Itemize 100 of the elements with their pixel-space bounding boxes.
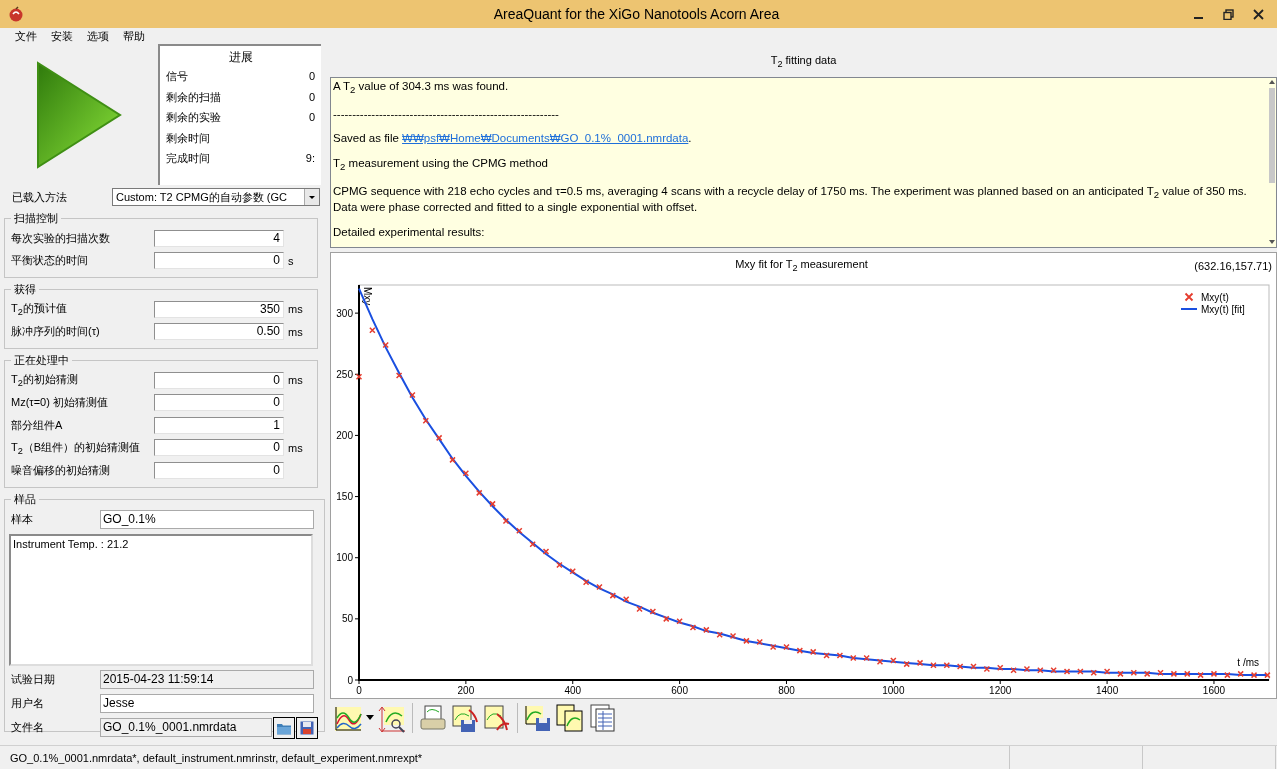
data-point: [1023, 665, 1031, 673]
number-field[interactable]: 0: [154, 371, 284, 389]
tick-label: 1600: [1202, 685, 1226, 696]
caret-icon[interactable]: [366, 715, 374, 721]
number-field[interactable]: 1: [154, 416, 284, 434]
panel-title: 进展: [227, 49, 254, 66]
text-field[interactable]: Jesse: [100, 694, 314, 713]
result-text: A T$_{2}$ value of 304.3 ms was found.: [333, 80, 510, 97]
result-text: CPMG sequence with 218 echo cycles and τ=0.5 ms, averaging 4 scans with a recycle delay of 1750 ms. The experiment was planned based on an anticipated T$_{2}$ value of 350 ms.: [333, 184, 1248, 202]
section-title: 样品: [13, 491, 37, 507]
field-label: 部分组件A: [11, 417, 64, 433]
table-icon[interactable]: [588, 703, 616, 733]
data-point: [1170, 670, 1178, 678]
status-label: 剩余的扫描: [166, 89, 221, 105]
data-point: [542, 548, 550, 555]
field-label: 每次实验的扫描次数: [11, 230, 111, 246]
data-point: [1117, 670, 1124, 678]
data-point: [983, 665, 991, 673]
data-point: [996, 664, 1004, 671]
data-point: [516, 527, 523, 535]
data-point: [1103, 668, 1111, 675]
data-point: [930, 662, 937, 669]
tick-label: 400: [564, 685, 582, 696]
legend-line: [1180, 308, 1198, 310]
field-label: 脉冲序列的时间(τ): [11, 324, 101, 340]
chart-title: Mxy fit for T$_{2}$ measurement: [734, 257, 869, 274]
data-point: [622, 596, 630, 603]
tick-label: 200: [457, 685, 475, 696]
caret-icon: [304, 189, 319, 205]
tick-label: 0: [356, 685, 362, 696]
restore-icon[interactable]: [1222, 8, 1234, 20]
printer-icon[interactable]: [419, 703, 447, 733]
text-field[interactable]: GO_0.1%_0001.nmrdata: [100, 718, 272, 737]
text-field[interactable]: 2015-04-23 11:59:14: [100, 670, 314, 689]
data-point: [395, 372, 403, 379]
field-label: 平衡状态的时间: [11, 253, 89, 269]
unit-label: s: [288, 254, 294, 267]
data-point: [1130, 669, 1138, 676]
data-point: [502, 517, 510, 525]
status-value: 0: [308, 110, 315, 125]
data-point: [756, 638, 763, 646]
field-label: 文件名: [11, 720, 45, 735]
section-title: 获得: [13, 282, 37, 297]
field-label: 样本: [11, 512, 34, 527]
data-point: [703, 626, 710, 634]
data-point: [943, 662, 951, 669]
tick-label: 300: [336, 307, 353, 319]
unit-label: ms: [288, 441, 303, 454]
data-point: [809, 648, 817, 656]
menu-item[interactable]: 选项: [80, 28, 116, 44]
play-button[interactable]: [34, 58, 124, 171]
data-point: [1010, 666, 1017, 674]
tick-label: 100: [336, 552, 353, 564]
menu-item[interactable]: 安装: [44, 28, 80, 44]
unit-label: ms: [288, 374, 303, 387]
data-point: [569, 567, 576, 575]
section-title: 扫描控制: [13, 211, 59, 226]
data-point: [1210, 670, 1218, 678]
notes-field[interactable]: Instrument Temp. : 21.2: [9, 533, 313, 666]
number-field[interactable]: 0.50: [154, 323, 284, 341]
number-field[interactable]: 0: [154, 394, 284, 412]
data-point: [676, 618, 683, 625]
data-point: [903, 660, 910, 668]
data-point: [369, 327, 376, 334]
number-field[interactable]: 0: [154, 461, 284, 479]
menu-item[interactable]: 文件: [8, 28, 44, 44]
field-label: 已载入方法: [12, 189, 68, 205]
number-field[interactable]: 4: [154, 229, 284, 247]
data-point: [916, 659, 924, 667]
result-text: Saved as file ₩₩psf₩Home₩Documents₩GO_0.1%_0001.nmrdata.: [333, 132, 693, 146]
chart-save-icon[interactable]: [524, 703, 552, 733]
menu-item[interactable]: 帮助: [116, 28, 152, 44]
number-field[interactable]: 0: [154, 252, 284, 270]
field-label: T$_{2}$的预计值: [11, 301, 68, 318]
data-point: [649, 608, 657, 615]
legend-marker: [1184, 292, 1194, 302]
data-point: [970, 663, 977, 670]
legend-label: Mxy(t) [fit]: [1201, 304, 1245, 315]
data-point: [663, 615, 670, 623]
data-point: [449, 456, 456, 464]
data-point: [476, 489, 483, 497]
data-point: [689, 624, 697, 631]
data-point: [1063, 668, 1071, 675]
data-point: [636, 605, 643, 613]
tick-label: 0: [347, 674, 353, 686]
tick-label: 250: [336, 368, 353, 380]
number-field[interactable]: 0: [154, 439, 284, 457]
result-text: Detailed experimental results:: [333, 225, 486, 240]
data-point: [1184, 670, 1191, 678]
method-dropdown[interactable]: Custom: T2 CPMG的自动参数 (GC: [112, 188, 320, 206]
data-point: [1237, 670, 1244, 678]
legend-label: Mxy(t): [1201, 292, 1229, 303]
number-field[interactable]: 350: [154, 300, 284, 318]
data-point: [556, 561, 563, 569]
chart-copy-icon[interactable]: [556, 703, 584, 733]
data-point: [609, 592, 617, 599]
text-field[interactable]: GO_0.1%: [100, 510, 314, 529]
close-icon[interactable]: [1252, 8, 1264, 20]
data-point: [863, 654, 870, 662]
data-point: [435, 434, 443, 442]
